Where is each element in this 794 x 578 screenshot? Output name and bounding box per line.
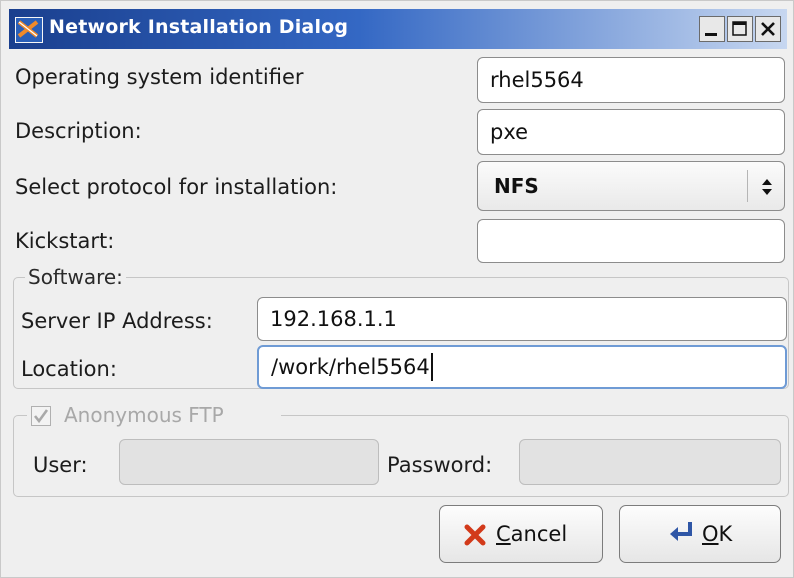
ftp-user-input[interactable] [119,439,379,485]
ok-return-icon [666,518,696,553]
close-icon[interactable] [755,16,781,42]
os-identifier-value: rhel5564 [490,68,584,92]
anonymous-ftp-checkbox[interactable] [31,406,51,426]
text-caret [430,353,433,381]
protocol-label: Select protocol for installation: [15,175,338,199]
ok-label: OK [702,522,733,546]
ftp-user-label: User: [33,453,88,477]
network-installation-dialog: Network Installation Dialog Operating sy… [0,0,794,578]
server-ip-value: 192.168.1.1 [270,307,397,331]
title-bar[interactable]: Network Installation Dialog [9,9,787,49]
ok-button[interactable]: OK [619,505,781,563]
os-identifier-input[interactable]: rhel5564 [477,57,785,103]
select-updown-arrows-icon [759,175,775,204]
kickstart-input[interactable] [477,219,785,263]
description-label: Description: [15,119,142,143]
cancel-x-icon [462,522,488,553]
select-divider [747,170,748,202]
ftp-password-input[interactable] [519,439,781,485]
os-identifier-label: Operating system identifier [15,65,304,89]
minimize-icon[interactable] [699,16,725,42]
kickstart-label: Kickstart: [15,229,115,253]
software-legend: Software: [25,265,126,289]
network-install-icon [15,17,43,43]
cancel-label: Cancel [496,522,568,546]
protocol-selected-value: NFS [494,174,539,198]
description-value: pxe [490,120,529,144]
window-title: Network Installation Dialog [49,16,349,38]
protocol-select[interactable]: NFS [477,161,785,211]
description-input[interactable]: pxe [477,109,785,155]
location-value: /work/rhel5564 [271,355,430,379]
maximize-icon[interactable] [727,16,753,42]
location-input[interactable]: /work/rhel5564 [257,345,787,389]
server-ip-input[interactable]: 192.168.1.1 [257,297,787,341]
anonymous-ftp-legend: Anonymous FTP [61,403,227,427]
server-ip-label: Server IP Address: [21,309,213,333]
ftp-password-label: Password: [387,453,493,477]
location-label: Location: [21,357,117,381]
cancel-button[interactable]: Cancel [439,505,603,563]
